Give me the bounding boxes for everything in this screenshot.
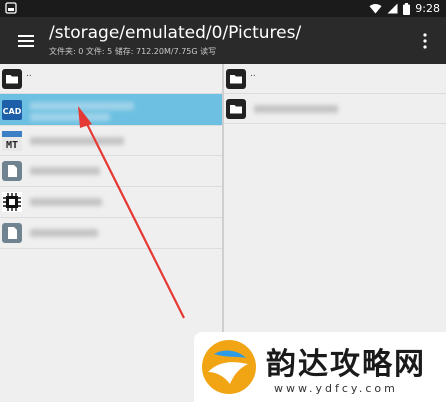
watermark: 韵达攻略网 www.ydfcy.com	[194, 332, 446, 402]
list-item[interactable]	[0, 187, 222, 218]
svg-text:MT: MT	[6, 140, 18, 151]
chip-icon	[2, 192, 22, 212]
status-bar: 9:28	[0, 0, 446, 17]
watermark-title: 韵达攻略网	[266, 347, 426, 382]
watermark-logo	[202, 340, 256, 394]
left-file-pane[interactable]: .. CAD MT	[0, 64, 222, 402]
blurred-filename	[254, 105, 338, 113]
file-icon	[2, 161, 22, 181]
list-item[interactable]: MT	[0, 126, 222, 156]
blurred-filename	[30, 229, 98, 237]
path-info: 文件夹: 0 文件: 5 储存: 712.20M/7.75G 读写	[49, 47, 217, 56]
list-item-parent-dir[interactable]: ..	[0, 64, 222, 94]
list-item-label: ..	[26, 69, 32, 79]
toolbar: /storage/emulated/0/Pictures/ 文件夹: 0 文件:…	[0, 17, 446, 64]
mt-app-icon: MT	[2, 131, 22, 151]
blurred-filename	[30, 167, 100, 175]
folder-icon	[226, 99, 246, 119]
list-item-label: ..	[250, 69, 256, 79]
svg-text:CAD: CAD	[3, 107, 22, 116]
status-time: 9:28	[415, 2, 440, 15]
wifi-icon	[369, 3, 382, 14]
list-item[interactable]	[0, 156, 222, 187]
battery-icon	[403, 2, 411, 15]
more-vert-icon[interactable]	[422, 33, 428, 49]
cad-app-icon: CAD	[2, 100, 22, 120]
blurred-filename	[30, 102, 134, 110]
blurred-filename	[30, 113, 110, 121]
signal-icon	[387, 3, 398, 14]
folder-icon	[2, 69, 22, 89]
path-title: /storage/emulated/0/Pictures/	[49, 23, 302, 43]
list-item-selected[interactable]: CAD	[0, 94, 222, 126]
notification-icon	[5, 2, 17, 14]
folder-icon	[226, 69, 246, 89]
file-icon	[2, 223, 22, 243]
list-item[interactable]	[224, 94, 446, 124]
list-item-parent-dir[interactable]: ..	[224, 64, 446, 94]
watermark-url: www.ydfcy.com	[274, 382, 398, 395]
blurred-filename	[30, 198, 102, 206]
hamburger-icon[interactable]	[18, 34, 34, 48]
list-item[interactable]	[0, 218, 222, 249]
blurred-filename	[30, 137, 124, 145]
